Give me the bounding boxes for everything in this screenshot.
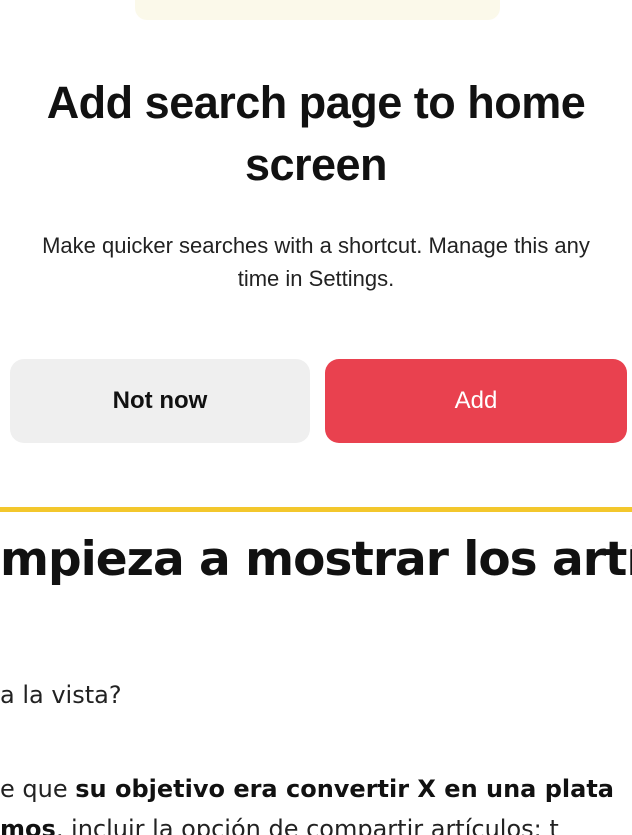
article-heading: mpieza a mostrar los artíc [0, 532, 632, 587]
article-bold-text: su objetivo era convertir X en una plata [75, 775, 615, 803]
article-paragraph: e que su objetivo era convertir X en una… [0, 772, 614, 806]
article-paragraph: a la vista? [0, 678, 122, 712]
not-now-button[interactable]: Not now [10, 359, 310, 443]
article-content: mpieza a mostrar los artíc a la vista? e… [0, 512, 632, 835]
dialog-illustration [135, 0, 500, 20]
article-text: e que [0, 775, 76, 803]
screen: Add search page to home screen Make quic… [0, 0, 632, 835]
article-text: a la vista? [0, 681, 122, 709]
add-button[interactable]: Add [325, 359, 627, 443]
article-text: , incluir la opción de compartir artícul… [55, 815, 559, 835]
article-bold-text: mos [0, 815, 56, 835]
article-paragraph: mos, incluir la opción de compartir artí… [0, 812, 559, 835]
dialog-title: Add search page to home screen [46, 77, 586, 190]
dialog-description: Make quicker searches with a shortcut. M… [42, 233, 590, 291]
